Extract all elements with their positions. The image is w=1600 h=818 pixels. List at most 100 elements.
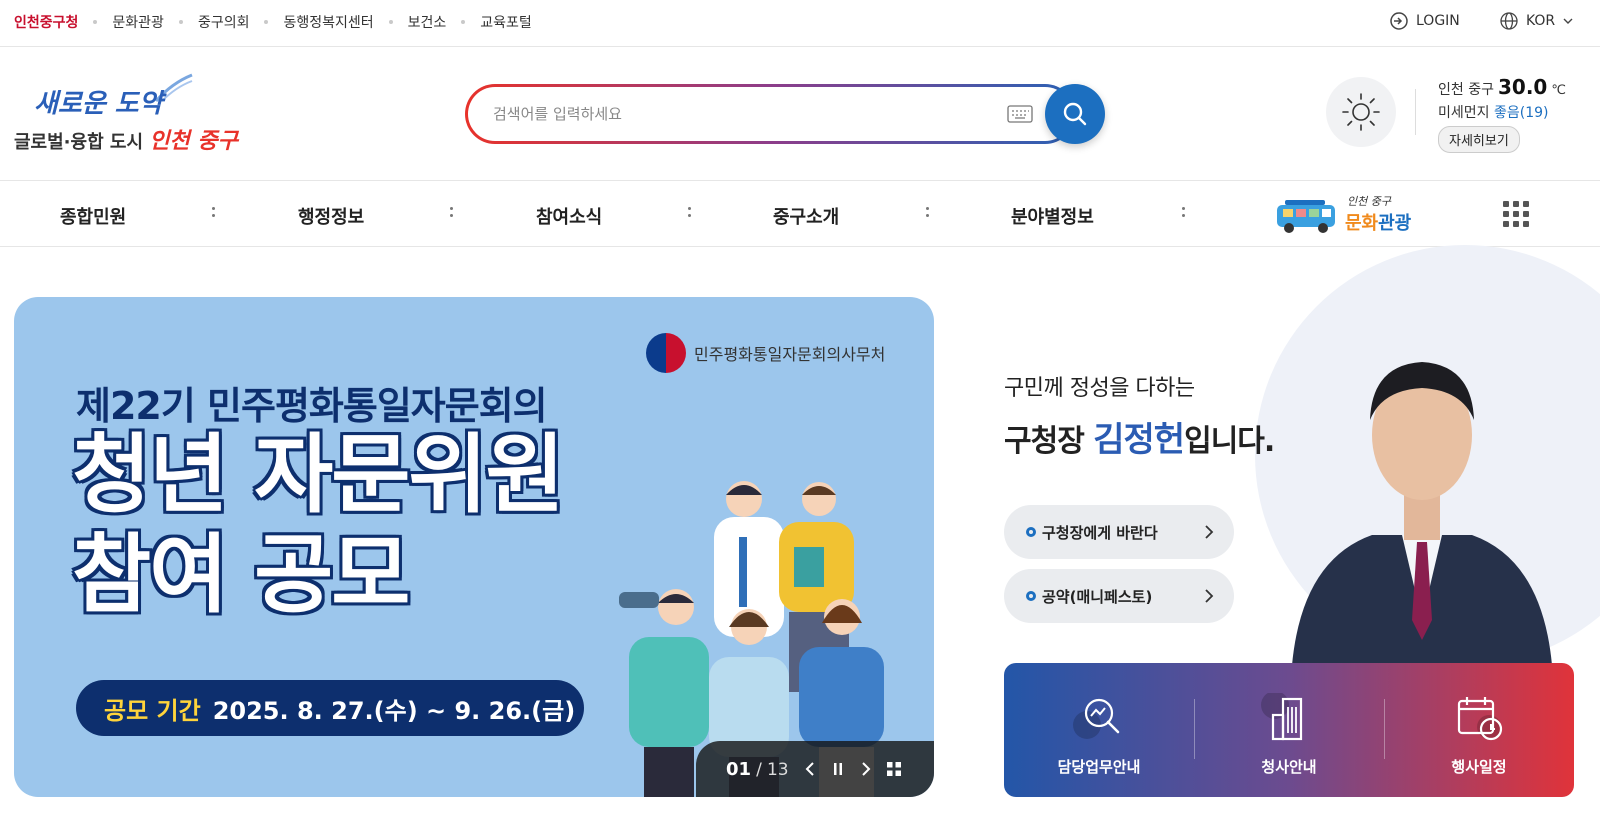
site-header: 새로운 도약 글로벌·융합 도시 인천 중구 인천 중구 30.0 ℃ 미세먼지… (0, 47, 1600, 181)
site-link-health-center[interactable]: 보건소 (408, 12, 447, 32)
nav-item-field-info[interactable]: 분야별정보 (1011, 203, 1094, 229)
login-link[interactable]: LOGIN (1390, 12, 1460, 30)
temperature-unit: ℃ (1551, 83, 1566, 98)
slide-all-button[interactable] (886, 760, 901, 778)
manifesto-link[interactable]: 공약(매니페스토) (1004, 569, 1234, 623)
mayor-greeting-line1: 구민께 정성을 다하는 (1004, 376, 1195, 401)
nav-item-about-jung-gu[interactable]: 중구소개 (773, 203, 839, 229)
globe-icon (1500, 12, 1518, 30)
chevron-right-icon (1205, 589, 1214, 603)
site-link-jung-gu-office[interactable]: 인천중구청 (14, 12, 78, 32)
sun-icon (1342, 93, 1380, 131)
nav-item-participation-news[interactable]: 참여소식 (536, 203, 602, 229)
separator-dot (461, 20, 466, 24)
nav-separator (212, 207, 215, 221)
chevron-right-icon (1205, 525, 1214, 539)
quick-link-event-schedule-label: 행사일정 (1451, 758, 1507, 776)
taegeuk-emblem-icon (646, 333, 686, 373)
banner-title-line2: 참여 공모 (72, 525, 410, 625)
weather-location: 인천 중구 (1438, 82, 1494, 98)
search-icon (1063, 102, 1087, 126)
mayor-photo (1292, 362, 1552, 665)
search-button[interactable] (1045, 84, 1105, 144)
search-input[interactable] (493, 101, 973, 127)
quick-link-building-guide[interactable]: 청사안내 (1194, 663, 1384, 797)
quick-link-building-guide-label: 청사안내 (1261, 758, 1317, 776)
quick-link-duty-guide-label: 담당업무안내 (1057, 758, 1141, 776)
separator-dot (388, 20, 393, 24)
keyboard-icon[interactable] (1007, 105, 1033, 123)
culture-banner-title-b: 관광 (1378, 213, 1412, 234)
nav-item-civil-service[interactable]: 종합민원 (60, 203, 126, 229)
banner-title-line1: 청년 자문위원 (72, 425, 565, 525)
quick-link-event-schedule[interactable]: 행사일정 (1384, 663, 1574, 797)
fine-dust-label: 미세먼지 (1438, 105, 1490, 121)
mayor-title-suffix: 입니다. (1184, 424, 1275, 459)
quick-link-duty-guide[interactable]: 담당업무안내 (1004, 663, 1194, 797)
banner-organization: 민주평화통일자문회의사무처 (646, 333, 885, 373)
logo-subtitle-text: 글로벌·융합 도시 (14, 132, 150, 153)
culture-banner-title: 문화관광 (1345, 209, 1411, 235)
main-visual-slider[interactable]: 민주평화통일자문회의사무처 제22기 민주평화통일자문회의 청년 자문위원 참여… (14, 297, 934, 797)
fine-dust-value: 좋음(19) (1493, 105, 1549, 121)
banner-organization-name: 민주평화통일자문회의사무처 (694, 345, 886, 364)
mayor-request-link[interactable]: 구청장에게 바란다 (1004, 505, 1234, 559)
chevron-left-icon (805, 762, 814, 776)
bullet-ring-icon (1026, 591, 1036, 601)
top-utility-bar: 인천중구청 문화관광 중구의회 동행정복지센터 보건소 교육포털 LOGIN K… (0, 0, 1600, 47)
slide-counter: 01 / 13 (726, 759, 789, 780)
mayor-greeting: 구민께 정성을 다하는 구청장 김정헌입니다. (1004, 370, 1275, 461)
pause-icon (833, 763, 842, 775)
chevron-down-icon (1563, 18, 1573, 24)
slider-controls: 01 / 13 (696, 741, 934, 797)
culture-banner-title-a: 문화 (1345, 213, 1379, 234)
banner-period-value: 2025. 8. 27.(수) ~ 9. 26.(금) (212, 696, 576, 725)
banner-period-pill: 공모 기간 2025. 8. 27.(수) ~ 9. 26.(금) (76, 680, 584, 736)
mayor-greeting-line2: 구청장 김정헌입니다. (1004, 412, 1275, 461)
quick-links-panel: 담당업무안내 청사안내 행사일정 (1004, 663, 1574, 797)
login-icon (1390, 12, 1408, 30)
language-select[interactable]: KOR (1500, 12, 1573, 30)
main-navigation: 종합민원 행정정보 참여소식 중구소개 분야별정보 인천 중구 문화관광 (0, 181, 1600, 247)
logo-district-name: 인천 중구 (149, 128, 238, 154)
slide-next-button[interactable] (859, 760, 873, 778)
chevron-right-icon (861, 762, 871, 776)
mayor-name: 김정헌 (1093, 420, 1185, 460)
nav-item-admin-info[interactable]: 행정정보 (298, 203, 364, 229)
weather-icon-circle (1326, 77, 1396, 147)
tour-bus-icon (1277, 200, 1335, 233)
culture-banner-small-text: 인천 중구 (1347, 195, 1391, 208)
mayor-title-prefix: 구청장 (1004, 424, 1094, 459)
site-link-community-center[interactable]: 동행정복지센터 (283, 12, 373, 32)
culture-tourism-banner-link[interactable]: 인천 중구 문화관광 (1275, 191, 1425, 237)
bullet-ring-icon (1026, 527, 1036, 537)
slide-current: 01 (726, 758, 752, 780)
site-link-education-portal[interactable]: 교육포털 (480, 12, 532, 32)
banner-subtitle: 제22기 민주평화통일자문회의 (76, 384, 548, 428)
logo-subtitle: 글로벌·융합 도시 인천 중구 (14, 123, 238, 155)
manifesto-label: 공약(매니페스토) (1042, 587, 1153, 606)
all-menu-grid-icon[interactable] (1503, 201, 1529, 227)
mayor-request-label: 구청장에게 바란다 (1042, 523, 1158, 542)
slide-total: 13 (766, 759, 789, 780)
nav-separator (450, 207, 453, 221)
separator-dot (264, 20, 269, 24)
search-form (465, 84, 1105, 144)
site-logo[interactable]: 새로운 도약 글로벌·융합 도시 인천 중구 (14, 73, 244, 155)
weather-divider (1415, 89, 1416, 135)
magnifier-chart-icon (1073, 698, 1120, 739)
separator-dot (93, 20, 98, 24)
nav-separator (926, 207, 929, 221)
language-label: KOR (1526, 13, 1556, 29)
banner-title: 청년 자문위원 참여 공모 (72, 425, 565, 625)
logo-slogan: 새로운 도약 (34, 89, 163, 119)
slide-pause-button[interactable] (831, 760, 845, 778)
separator-dot (178, 20, 183, 24)
nav-separator (1182, 207, 1185, 221)
site-link-council[interactable]: 중구의회 (198, 12, 250, 32)
grid-icon (886, 762, 901, 776)
slide-prev-button[interactable] (803, 760, 817, 778)
weather-more-button[interactable]: 자세히보기 (1438, 126, 1520, 153)
site-link-culture-tourism[interactable]: 문화관광 (112, 12, 164, 32)
slide-separator: / (756, 759, 762, 780)
